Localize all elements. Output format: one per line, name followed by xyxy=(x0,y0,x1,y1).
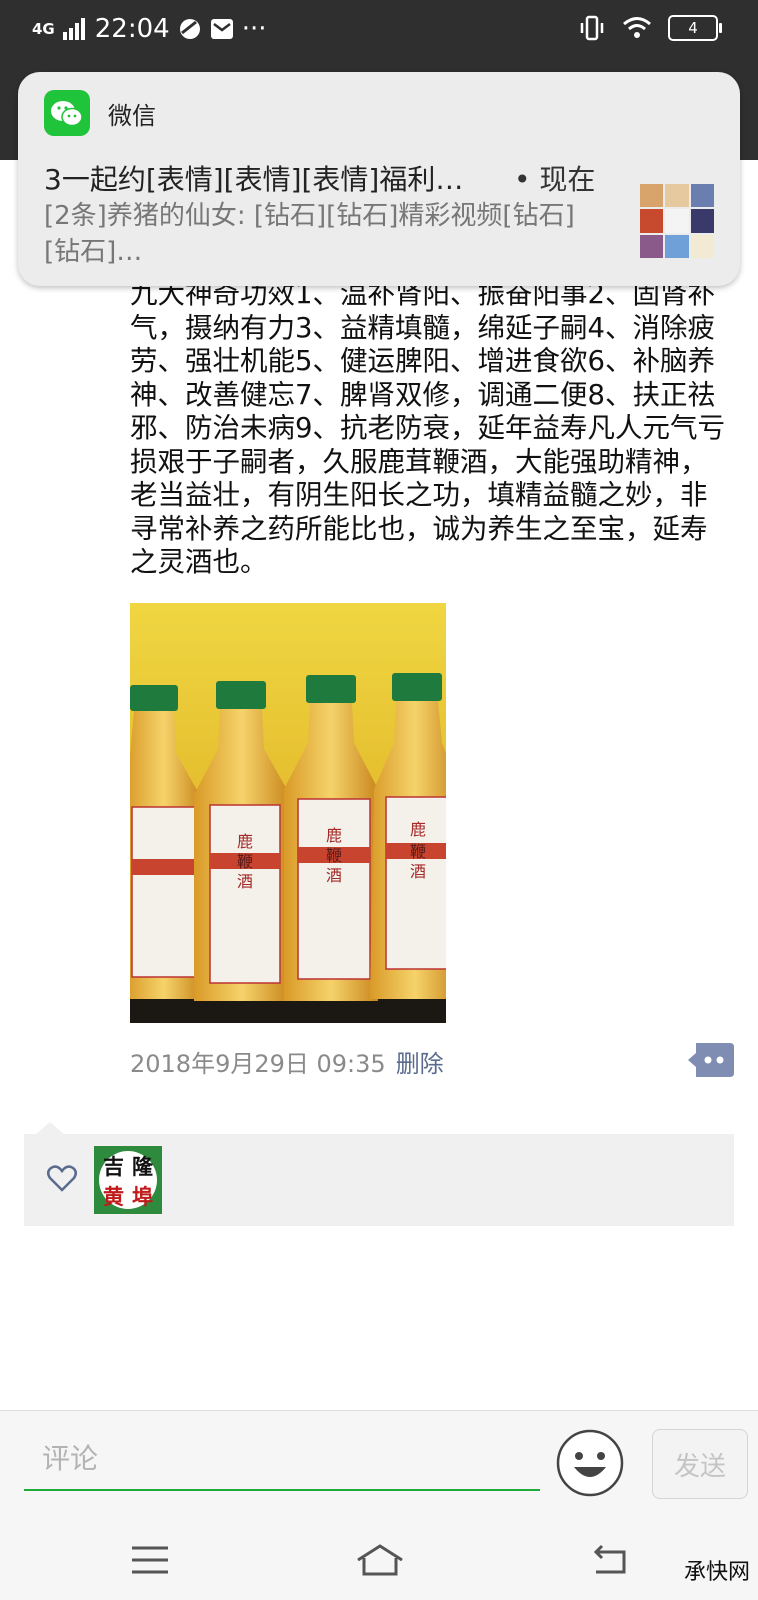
more-dots-icon xyxy=(688,1043,734,1077)
battery-level: 4 xyxy=(688,19,698,37)
svg-text:鹿: 鹿 xyxy=(326,826,342,845)
post-meta: 2018年9月29日 09:35 删除 xyxy=(130,1044,444,1079)
group-avatar xyxy=(640,184,714,258)
capsule-icon xyxy=(179,19,200,39)
notification-time: • 现在 xyxy=(514,163,596,196)
wifi-icon xyxy=(623,17,651,38)
menu-icon[interactable] xyxy=(128,1542,172,1578)
comment-menu-button[interactable] xyxy=(688,1043,734,1077)
delete-link[interactable]: 删除 xyxy=(396,1050,444,1078)
heart-icon xyxy=(47,1165,77,1192)
notification-title: 3一起约[表情][表情][表情]福利… xyxy=(44,163,464,196)
status-bar: 4G 22:04 ··· 4 xyxy=(0,0,758,60)
seal-char-4: 埠 xyxy=(132,1184,153,1209)
signal-icon xyxy=(62,18,85,40)
seal-char-1: 吉 xyxy=(103,1154,124,1179)
svg-text:鞭: 鞭 xyxy=(410,842,426,861)
liker-avatar-seal: 吉 隆 黄 埠 xyxy=(99,1151,157,1209)
back-icon[interactable] xyxy=(588,1542,632,1578)
svg-text:酒: 酒 xyxy=(410,862,426,881)
seal-char-2: 隆 xyxy=(132,1154,153,1179)
battery-indicator: 4 xyxy=(668,15,722,41)
post-timestamp: 2018年9月29日 09:35 xyxy=(130,1050,386,1078)
comment-input[interactable] xyxy=(24,1427,540,1491)
notification-body: [2条]养猪的仙女: [钻石][钻石]精彩视频[钻石][钻石]… xyxy=(44,201,575,267)
notification-banner[interactable]: 微信 3一起约[表情][表情][表情]福利… • 现在 [2条]养猪的仙女: [… xyxy=(18,72,740,286)
emoji-button[interactable] xyxy=(556,1429,624,1497)
svg-text:酒: 酒 xyxy=(237,872,253,891)
svg-text:鞭: 鞭 xyxy=(326,846,342,865)
vibrate-icon xyxy=(580,15,604,41)
svg-text:鹿: 鹿 xyxy=(410,820,426,839)
system-nav-bar: 承快网 xyxy=(0,1518,758,1600)
wechat-icon xyxy=(44,90,90,136)
svg-text:酒: 酒 xyxy=(326,866,342,885)
svg-text:鞭: 鞭 xyxy=(237,852,253,871)
post-text: 九大神奇功效1、温补肾阳、振奋阳事2、固肾补气，摄纳有力3、益精填髓，绵延子嗣4… xyxy=(130,278,725,578)
home-icon[interactable] xyxy=(354,1542,406,1578)
seal-char-3: 黄 xyxy=(103,1184,124,1209)
smiley-icon xyxy=(556,1429,624,1497)
clock: 22:04 xyxy=(94,14,170,44)
more-indicator: ··· xyxy=(241,14,267,44)
network-type: 4G xyxy=(32,20,55,38)
send-button[interactable]: 发送 xyxy=(652,1429,748,1499)
comment-bar: 发送 xyxy=(0,1410,758,1519)
likes-section: 吉 隆 黄 埠 xyxy=(24,1134,734,1226)
liker-avatar[interactable]: 吉 隆 黄 埠 xyxy=(94,1146,162,1214)
post-photo[interactable]: 鹿 鞭 酒 鹿 鞭 酒 鹿 鞭 酒 xyxy=(130,603,446,1023)
wine-bottles-image: 鹿 鞭 酒 鹿 鞭 酒 鹿 鞭 酒 xyxy=(130,603,446,1023)
svg-text:鹿: 鹿 xyxy=(237,832,253,851)
likes-pointer xyxy=(36,1122,64,1134)
notification-app-name: 微信 xyxy=(108,102,156,130)
mail-icon xyxy=(210,19,233,39)
watermark-text: 承快网 xyxy=(683,1560,750,1585)
